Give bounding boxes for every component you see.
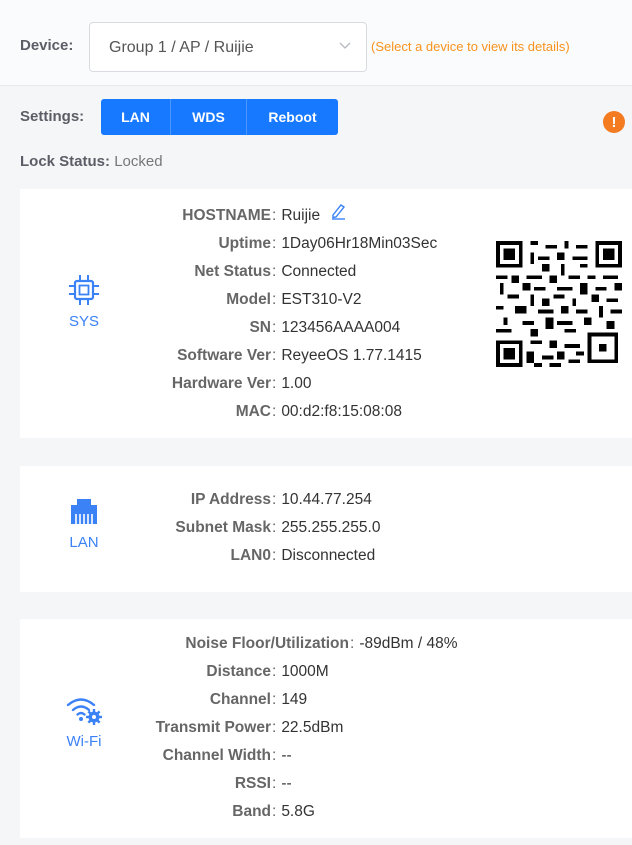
wifi-row-transmit-power: Transmit Power: 22.5dBm [150, 714, 344, 742]
warning-icon[interactable]: ! [603, 111, 625, 133]
device-hint: (Select a device to view its details) [371, 39, 570, 54]
channel-width-label: Channel Width [162, 747, 271, 764]
wifi-row-channel: Channel: 149 [150, 686, 307, 714]
wifi-row-distance: Distance: 1000M [150, 658, 329, 686]
sys-section-title: SYS [68, 313, 99, 330]
uptime-value: 1Day06Hr18Min03Sec [281, 235, 438, 252]
wifi-section-icon: Wi-Fi [60, 693, 108, 750]
chip-icon [69, 275, 99, 305]
device-select[interactable]: Group 1 / AP / Ruijie [89, 22, 367, 72]
wifi-row-rssi: RSSI: -- [150, 770, 292, 798]
sys-card: SYS HOSTNAME: Ruijie Uptime: 1Day06Hr18M… [20, 189, 632, 438]
rssi-label: RSSI [234, 775, 271, 792]
sys-row-model: Model: EST310-V2 [150, 286, 361, 314]
net-status-label: Net Status [194, 263, 271, 280]
model-label: Model [226, 291, 271, 308]
rssi-value: -- [281, 775, 292, 792]
distance-value: 1000M [281, 663, 329, 680]
hostname-value: Ruijie [281, 207, 321, 224]
chevron-down-icon [339, 42, 351, 49]
lan-row-subnet: Subnet Mask: 255.255.255.0 [150, 514, 380, 542]
lan-card: LAN IP Address: 10.44.77.254 Subnet Mask… [20, 466, 632, 592]
mac-label: MAC [235, 403, 271, 420]
sys-section-icon: SYS [60, 273, 108, 330]
wifi-card: Wi-Fi Noise Floor/Utilization: -89dBm / … [20, 619, 632, 838]
lan0-value: Disconnected [281, 547, 376, 564]
ethernet-port-icon [71, 499, 97, 524]
lan-section-title: LAN [69, 534, 99, 551]
device-select-value: Group 1 / AP / Ruijie [109, 39, 254, 56]
mac-value: 00:d2:f8:15:08:08 [281, 403, 402, 420]
subnet-mask-value: 255.255.255.0 [281, 519, 381, 536]
channel-width-value: -- [281, 747, 292, 764]
subnet-mask-label: Subnet Mask [175, 519, 271, 536]
transmit-power-label: Transmit Power [155, 719, 271, 736]
band-value: 5.8G [281, 803, 315, 820]
wifi-section-title: Wi-Fi [66, 733, 102, 750]
lock-status-value: Locked [114, 153, 163, 170]
sys-row-uptime: Uptime: 1Day06Hr18Min03Sec [150, 230, 437, 258]
sys-row-software-ver: Software Ver: ReyeeOS 1.77.1415 [150, 342, 422, 370]
hardware-ver-label: Hardware Ver [171, 375, 271, 392]
hostname-label: HOSTNAME [182, 207, 271, 224]
wds-button[interactable]: WDS [171, 99, 247, 135]
model-value: EST310-V2 [281, 291, 362, 308]
lan0-label: LAN0 [230, 547, 271, 564]
sn-label: SN [249, 319, 271, 336]
net-status-value: Connected [281, 263, 357, 280]
band-label: Band [232, 803, 271, 820]
device-label: Device: [20, 37, 74, 54]
noise-floor-value: -89dBm / 48% [359, 635, 458, 652]
qr-code [496, 241, 622, 367]
wifi-row-band: Band: 5.8G [150, 798, 315, 826]
wifi-row-channel-width: Channel Width: -- [150, 742, 292, 770]
ip-address-value: 10.44.77.254 [281, 491, 372, 508]
sys-row-sn: SN: 123456AAAA004 [150, 314, 400, 342]
ip-address-label: IP Address [190, 491, 271, 508]
lan-section-icon: LAN [60, 494, 108, 551]
sys-row-hostname: HOSTNAME: Ruijie [150, 202, 346, 230]
hardware-ver-value: 1.00 [281, 375, 312, 392]
device-selector-row: Device: Group 1 / AP / Ruijie (Select a … [0, 0, 632, 86]
noise-floor-label: Noise Floor/Utilization [185, 635, 349, 652]
wifi-row-noise: Noise Floor/Utilization: -89dBm / 48% [150, 630, 458, 658]
transmit-power-value: 22.5dBm [281, 719, 344, 736]
sys-row-net-status: Net Status: Connected [150, 258, 356, 286]
sys-row-hardware-ver: Hardware Ver: 1.00 [150, 370, 312, 398]
software-ver-value: ReyeeOS 1.77.1415 [281, 347, 422, 364]
lan-row-ip: IP Address: 10.44.77.254 [150, 486, 372, 514]
lock-status: Lock Status: Locked [20, 153, 163, 170]
settings-label: Settings: [20, 108, 85, 125]
uptime-label: Uptime [218, 235, 271, 252]
lan-button[interactable]: LAN [101, 99, 171, 135]
sys-row-mac: MAC: 00:d2:f8:15:08:08 [150, 398, 402, 426]
software-ver-label: Software Ver [177, 347, 271, 364]
channel-value: 149 [281, 691, 308, 708]
edit-icon[interactable] [330, 202, 346, 220]
lock-status-label: Lock Status: [20, 153, 111, 170]
channel-label: Channel [209, 691, 271, 708]
wifi-settings-icon [66, 698, 102, 725]
sn-value: 123456AAAA004 [281, 319, 401, 336]
settings-button-group: LAN WDS Reboot [101, 99, 338, 135]
reboot-button[interactable]: Reboot [247, 99, 338, 135]
lan-row-lan0: LAN0: Disconnected [150, 542, 376, 570]
distance-label: Distance [206, 663, 271, 680]
